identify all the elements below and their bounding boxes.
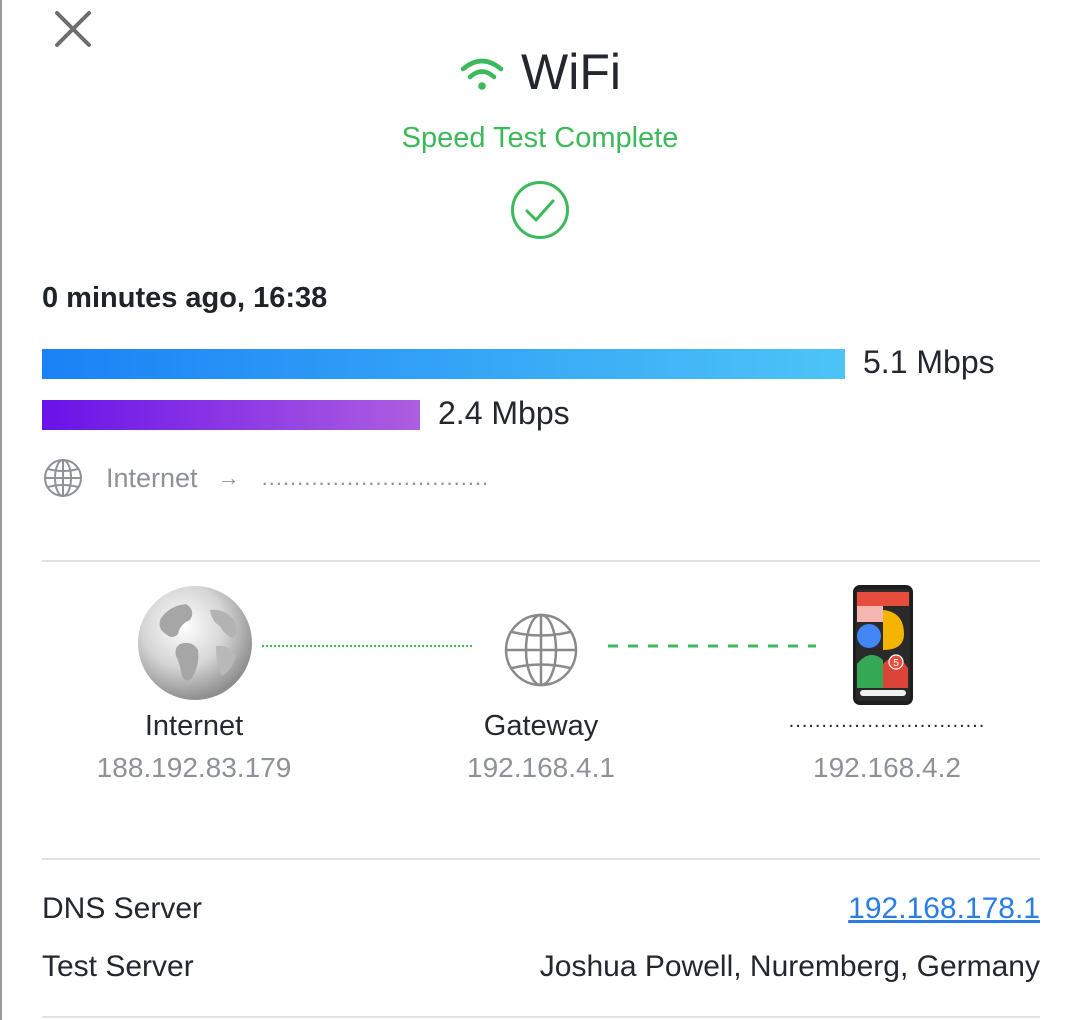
test-server-value: Joshua Powell, Nuremberg, Germany xyxy=(539,950,1040,983)
topology-node-ip: 188.192.83.179 xyxy=(96,752,292,783)
internet-gateway-link xyxy=(262,645,474,647)
gateway-device-link xyxy=(608,644,816,648)
download-speed-value: 5.1 Mbps xyxy=(863,344,995,380)
divider xyxy=(42,560,1040,562)
page-title: WiFi xyxy=(521,44,621,100)
topology-node-label: .............................. xyxy=(788,710,986,732)
route-source: Internet xyxy=(106,462,198,493)
earth-icon xyxy=(138,586,252,700)
gateway-globe-icon xyxy=(504,613,578,687)
route-arrow: → xyxy=(217,465,240,490)
dns-server-label: DNS Server xyxy=(42,892,203,925)
dns-server-link[interactable]: 192.168.178.1 xyxy=(848,892,1040,926)
wifi-icon xyxy=(460,58,504,90)
route-destination: ................................ xyxy=(261,465,490,490)
topology-node-label: Internet xyxy=(144,710,244,742)
topology-node-label: Gateway xyxy=(483,710,599,742)
globe-icon xyxy=(44,459,82,497)
svg-text:5: 5 xyxy=(893,658,899,669)
route-summary: Internet → .............................… xyxy=(42,458,489,498)
divider xyxy=(42,1016,1040,1018)
topology-node-ip: 192.168.4.2 xyxy=(813,752,961,783)
topology-node-ip: 192.168.4.1 xyxy=(467,752,615,783)
download-speed-bar xyxy=(42,349,845,379)
divider xyxy=(42,858,1040,860)
test-server-label: Test Server xyxy=(42,950,194,983)
upload-speed-bar xyxy=(42,400,420,430)
status-message: Speed Test Complete xyxy=(401,122,679,154)
test-timestamp: 0 minutes ago, 16:38 xyxy=(42,282,328,314)
check-circle-icon xyxy=(511,181,569,239)
phone-icon: 5 xyxy=(853,585,913,705)
upload-speed-value: 2.4 Mbps xyxy=(438,395,570,431)
page-header: WiFi xyxy=(0,40,1080,104)
